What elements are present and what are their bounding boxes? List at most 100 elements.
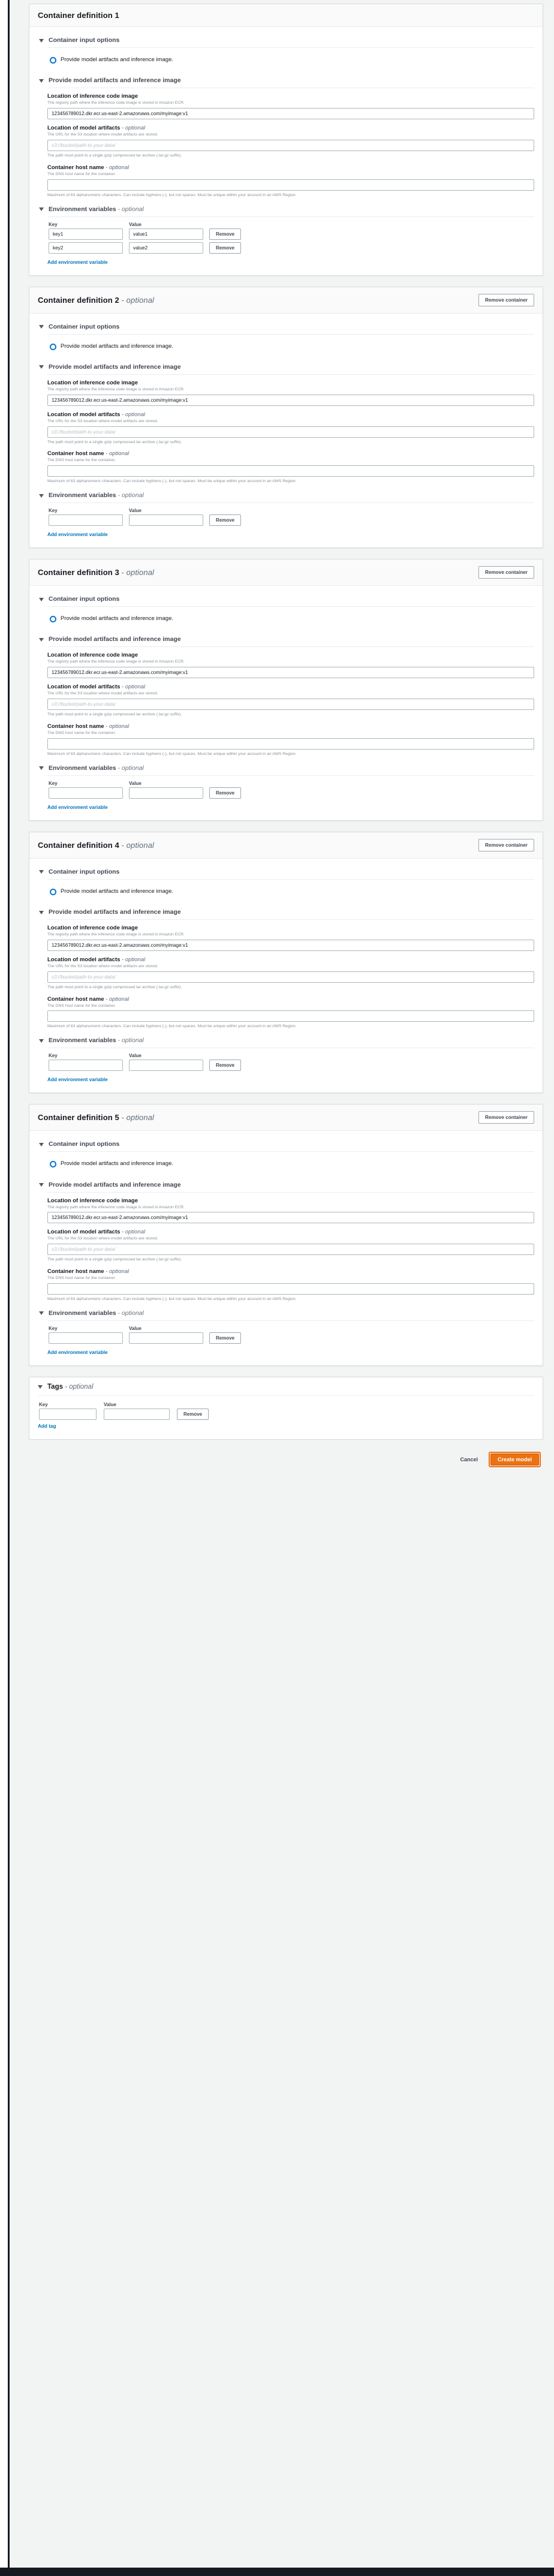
radio-option-provide[interactable]: Provide model artifacts and inference im… — [47, 339, 534, 356]
container-input-options-header[interactable]: Container input options — [38, 594, 534, 606]
env-var-value-input[interactable] — [129, 514, 203, 526]
inference_image-input[interactable] — [47, 939, 534, 951]
container-input-options-header[interactable]: Container input options — [38, 35, 534, 47]
provide-model-artifacts-header[interactable]: Provide model artifacts and inference im… — [38, 76, 534, 88]
add-environment-variable-link[interactable]: Add environment variable — [47, 805, 108, 810]
add-tag-link[interactable]: Add tag — [38, 1424, 56, 1429]
env-var-key-input[interactable] — [49, 242, 123, 254]
container-input-options-label: Container input options — [49, 37, 120, 44]
environment-variables-body: Key Value Remove Add environment variable — [38, 503, 534, 539]
tags-header[interactable]: Tags - optional — [38, 1383, 534, 1391]
environment-variables-content: Key Value Remove Remove Add environment vari… — [47, 222, 534, 267]
env-var-key-input[interactable] — [49, 1060, 123, 1072]
add-environment-variable-link[interactable]: Add environment variable — [47, 1077, 108, 1082]
model_artifacts-label: Location of model artifacts - optional — [47, 411, 146, 418]
env-var-value-input[interactable] — [129, 228, 203, 240]
fields-model_artifacts-field: Location of model artifacts - optional Th… — [47, 956, 534, 991]
provide-model-artifacts-header[interactable]: Provide model artifacts and inference im… — [38, 907, 534, 919]
container_host_name-label: Container host name - optional — [47, 450, 130, 458]
env-var-remove-button[interactable]: Remove — [209, 514, 242, 526]
inference_image-input[interactable] — [47, 1212, 534, 1224]
add-environment-variable-link[interactable]: Add environment variable — [47, 532, 108, 537]
create-model-button[interactable]: Create model — [490, 1453, 539, 1465]
radio-option-provide[interactable]: Provide model artifacts and inference im… — [47, 53, 534, 70]
env-var-remove-button[interactable]: Remove — [209, 228, 242, 240]
fields-container_host_name-field: Container host name - optional The DNS ho… — [47, 1268, 534, 1302]
container-input-options-header[interactable]: Container input options — [38, 1139, 534, 1151]
optional-tag: - optional — [122, 411, 146, 418]
add-environment-variable-link[interactable]: Add environment variable — [47, 260, 108, 265]
provide-model-artifacts-label: Provide model artifacts and inference im… — [49, 1181, 181, 1188]
model_artifacts-input[interactable] — [47, 426, 534, 438]
tag-row: Remove — [39, 1408, 534, 1420]
radio-option-provide[interactable]: Provide model artifacts and inference im… — [47, 1157, 534, 1173]
env-var-key-input[interactable] — [49, 787, 123, 799]
model_artifacts-input[interactable] — [47, 971, 534, 983]
model_artifacts-input[interactable] — [47, 140, 534, 152]
remove-container-button[interactable]: Remove container — [478, 838, 534, 851]
environment-variables-header[interactable]: Environment variables - optional — [38, 1036, 534, 1048]
container-definition-card: Container definition 2 - optional Remove … — [29, 286, 543, 549]
env-var-remove-button[interactable]: Remove — [209, 1060, 242, 1072]
container-input-options-header[interactable]: Container input options — [38, 867, 534, 879]
container_host_name-input[interactable] — [47, 1010, 534, 1022]
environment-variables-header[interactable]: Environment variables - optional — [38, 490, 534, 502]
chevron-down-icon — [39, 766, 44, 771]
create-model-page: Container definition 1 Container input op… — [0, 0, 554, 2576]
model_artifacts-input[interactable] — [47, 699, 534, 711]
inference_image-input[interactable] — [47, 394, 534, 406]
container-definition-card: Container definition 5 - optional Remove … — [29, 1104, 543, 1366]
container-input-options-header[interactable]: Container input options — [38, 322, 534, 334]
provide-model-artifacts-label: Provide model artifacts and inference im… — [49, 77, 181, 85]
environment-variables-header[interactable]: Environment variables - optional — [38, 763, 534, 775]
inference_image-label: Location of inference code image — [47, 379, 138, 386]
env-var-key-input[interactable] — [49, 514, 123, 526]
inference_image-description: The registry path where the inference co… — [47, 932, 185, 937]
chevron-down-icon — [39, 493, 44, 498]
model_artifacts-input[interactable] — [47, 1244, 534, 1256]
radio-option-provide[interactable]: Provide model artifacts and inference im… — [47, 884, 534, 901]
env-var-value-input[interactable] — [129, 1332, 203, 1344]
tag-remove-button[interactable]: Remove — [177, 1408, 209, 1420]
environment-variables-content: Key Value Remove Add environment variable — [47, 1326, 534, 1357]
provide-model-artifacts-content: Location of inference code image The regi… — [47, 380, 534, 484]
env-var-column-headers: Key Value — [47, 508, 534, 513]
optional-tag: - optional — [118, 1037, 144, 1045]
container_host_name-input[interactable] — [47, 738, 534, 750]
container_host_name-input[interactable] — [47, 465, 534, 477]
tag-key-input[interactable] — [39, 1408, 97, 1420]
tag-value-input[interactable] — [104, 1408, 170, 1420]
cancel-button[interactable]: Cancel — [456, 1454, 481, 1465]
inference_image-input[interactable] — [47, 667, 534, 679]
environment-variables-header[interactable]: Environment variables - optional — [38, 1308, 534, 1320]
provide-model-artifacts-content: Location of inference code image The regi… — [47, 652, 534, 757]
environment-variables-content: Key Value Remove Add environment variable — [47, 1053, 534, 1084]
env-var-remove-button[interactable]: Remove — [209, 1332, 242, 1344]
remove-container-button[interactable]: Remove container — [478, 566, 534, 579]
provide-model-artifacts-header[interactable]: Provide model artifacts and inference im… — [38, 362, 534, 374]
remove-container-button[interactable]: Remove container — [478, 1111, 534, 1124]
environment-variables-header[interactable]: Environment variables - optional — [38, 204, 534, 216]
provide-model-artifacts-header[interactable]: Provide model artifacts and inference im… — [38, 1180, 534, 1192]
chevron-down-icon — [39, 910, 44, 914]
env-var-column-headers: Key Value — [47, 222, 534, 227]
env-var-remove-button[interactable]: Remove — [209, 787, 242, 799]
environment-variables-section: Environment variables - optional Key Value… — [38, 204, 534, 267]
add-environment-variable-link[interactable]: Add environment variable — [47, 1350, 108, 1355]
env-var-key-input[interactable] — [49, 228, 123, 240]
tags-column-headers: Key Value — [39, 1402, 534, 1407]
container_host_name-input[interactable] — [47, 1283, 534, 1295]
container-input-options-body: Provide model artifacts and inference im… — [38, 880, 534, 901]
inference_image-input[interactable] — [47, 108, 534, 120]
radio-option-provide[interactable]: Provide model artifacts and inference im… — [47, 612, 534, 628]
env-var-value-input[interactable] — [129, 787, 203, 799]
env-var-value-input[interactable] — [129, 1060, 203, 1072]
remove-container-button[interactable]: Remove container — [478, 293, 534, 306]
container-input-options-content: Provide model artifacts and inference im… — [47, 339, 534, 356]
provide-model-artifacts-header[interactable]: Provide model artifacts and inference im… — [38, 634, 534, 646]
env-var-key-input[interactable] — [49, 1332, 123, 1344]
env-var-value-input[interactable] — [129, 242, 203, 254]
container_host_name-input[interactable] — [47, 179, 534, 191]
env-var-remove-button[interactable]: Remove — [209, 242, 242, 254]
fields-container_host_name-field: Container host name - optional The DNS ho… — [47, 723, 534, 757]
